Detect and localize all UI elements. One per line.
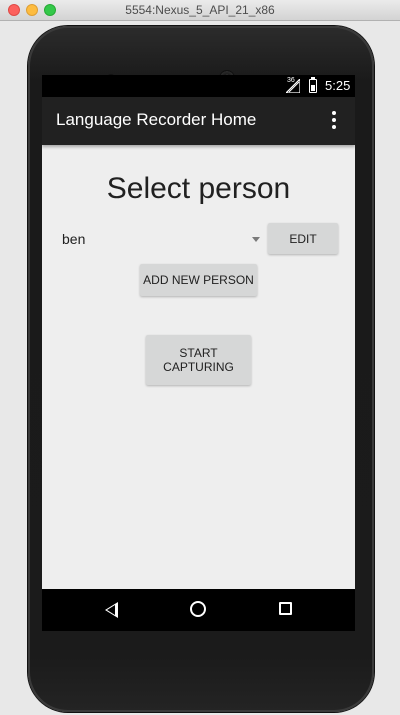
signal-icon — [286, 79, 300, 93]
dropdown-arrow-icon — [252, 237, 260, 242]
back-icon[interactable] — [105, 602, 118, 618]
overflow-menu-icon[interactable] — [329, 111, 339, 131]
page-title: Select person — [106, 172, 291, 205]
status-bar: 36 5:25 — [42, 75, 355, 97]
edit-button[interactable]: EDIT — [268, 223, 338, 254]
action-bar: Language Recorder Home — [42, 97, 355, 145]
start-capturing-button[interactable]: START CAPTURING — [146, 335, 251, 385]
status-time: 5:25 — [325, 78, 351, 93]
main-content: Select person ben EDIT ADD NEW PERSON ST… — [42, 145, 355, 589]
app-title: Language Recorder Home — [56, 110, 257, 129]
navigation-bar — [42, 589, 355, 631]
person-spinner[interactable]: ben — [56, 223, 266, 253]
add-new-person-button[interactable]: ADD NEW PERSON — [140, 264, 257, 296]
window-titlebar: 5554:Nexus_5_API_21_x86 — [0, 0, 400, 21]
recents-icon[interactable] — [279, 602, 292, 615]
battery-icon — [309, 77, 317, 93]
window-title: 5554:Nexus_5_API_21_x86 — [125, 3, 275, 17]
home-icon[interactable] — [190, 601, 206, 617]
spinner-selected-value: ben — [62, 231, 86, 247]
phone-screen: 36 5:25 Language Recorder Home Select pe… — [42, 75, 355, 631]
